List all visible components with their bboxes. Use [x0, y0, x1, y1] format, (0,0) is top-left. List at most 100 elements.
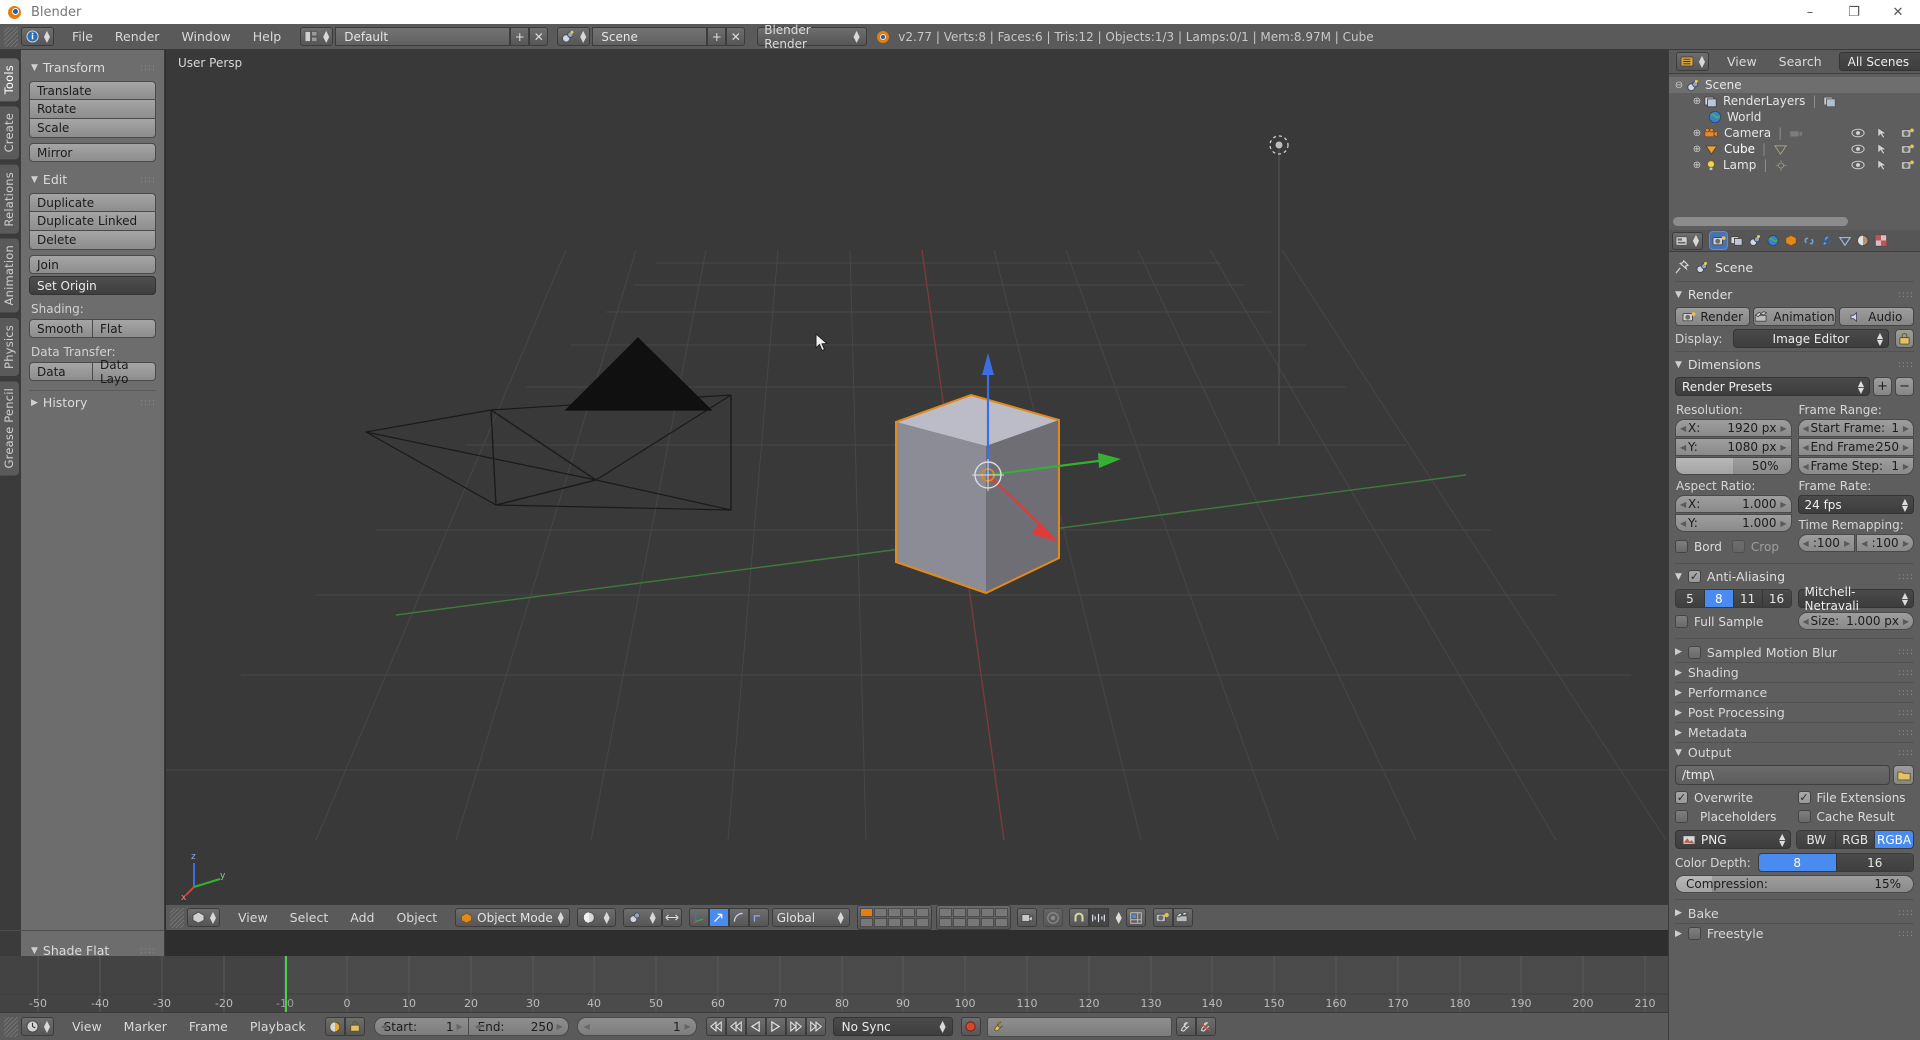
panel-header-transform[interactable]: ▼ Transform :::: — [31, 60, 156, 75]
cache-result-checkbox-row[interactable]: Cache Result — [1798, 807, 1915, 826]
border-checkbox-row[interactable]: Bord — [1675, 537, 1722, 556]
header-grip[interactable] — [4, 27, 18, 47]
tab-relations[interactable]: Relations — [0, 165, 19, 234]
render-button[interactable]: Render — [1675, 307, 1750, 326]
duplicate-linked-button[interactable]: Duplicate Linked — [29, 212, 156, 231]
opengl-render-image-button[interactable] — [1153, 908, 1173, 927]
tab-create[interactable]: Create — [0, 106, 19, 159]
next-keyframe-button[interactable] — [786, 1017, 806, 1036]
outliner-menu-search[interactable]: Search — [1768, 52, 1833, 71]
delete-screen-button[interactable]: ✕ — [529, 27, 548, 46]
viewport-shading-selector[interactable]: ▲▼ — [577, 908, 616, 927]
outliner-row-camera[interactable]: ⊕ Camera | — [1669, 125, 1920, 141]
timeline-menu-marker[interactable]: Marker — [113, 1017, 178, 1036]
overwrite-checkbox[interactable]: ✓ — [1675, 791, 1688, 804]
data-layout-transfer-button[interactable]: Data Layo — [93, 362, 156, 381]
screen-layout-icon-selector[interactable]: ▲▼ — [300, 27, 333, 46]
minimize-button[interactable]: – — [1788, 0, 1832, 24]
shade-smooth-button[interactable]: Smooth — [29, 319, 93, 338]
data-transfer-button[interactable]: Data — [29, 362, 93, 381]
panel-header-freestyle[interactable]: ▶ Freestyle :::: — [1675, 923, 1914, 943]
header-grip[interactable] — [170, 908, 184, 928]
start-frame-field[interactable]: ◀ Start: 1 ▶ — [374, 1017, 469, 1036]
timeline-menu-frame[interactable]: Frame — [178, 1017, 239, 1036]
proportional-editing-object-toggle[interactable] — [1043, 908, 1063, 927]
crop-checkbox[interactable] — [1732, 540, 1745, 553]
jump-to-start-button[interactable] — [706, 1017, 726, 1036]
layer-grid-first[interactable] — [857, 905, 932, 930]
properties-tab-texture[interactable] — [1872, 232, 1889, 249]
panel-header-anti-aliasing[interactable]: ▼ ✓ Anti-Aliasing :::: — [1675, 567, 1914, 586]
aspect-x-field[interactable]: ◀ X: 1.000 ▶ — [1675, 495, 1792, 513]
viewport-canvas[interactable] — [166, 50, 1668, 930]
scene-icon-selector[interactable]: ▲▼ — [557, 27, 590, 46]
color-depth-8[interactable]: 8 — [1759, 854, 1837, 871]
outliner-editor-type-selector[interactable]: ▲▼ — [1676, 52, 1709, 71]
time-remap-new-field[interactable]: ◀ :100 ▶ — [1856, 534, 1914, 552]
outliner-display-mode-selector[interactable]: All Scenes — [1839, 52, 1920, 71]
browse-output-path-button[interactable] — [1893, 765, 1914, 785]
aa-size-field[interactable]: ◀ Size: 1.000 px ▶ — [1798, 612, 1915, 630]
close-button[interactable]: ✕ — [1876, 0, 1920, 24]
properties-tab-render-layers[interactable] — [1728, 232, 1745, 249]
render-presets-selector[interactable]: Render Presets ▲▼ — [1675, 377, 1870, 396]
panel-header-post-processing[interactable]: ▶ Post Processing :::: — [1675, 702, 1914, 722]
eye-icon[interactable] — [1851, 160, 1865, 170]
opengl-render-animation-button[interactable] — [1173, 908, 1193, 927]
collapse-icon[interactable]: ⊖ — [1673, 80, 1685, 91]
tab-physics[interactable]: Physics — [0, 318, 19, 376]
compression-slider[interactable]: Compression: 15% — [1675, 875, 1914, 893]
manipulator-rotate-toggle[interactable] — [729, 908, 749, 927]
color-mode-rgba[interactable]: RGBA — [1875, 831, 1913, 848]
manipulator-toggle[interactable] — [689, 908, 709, 927]
cache-result-checkbox[interactable] — [1798, 810, 1811, 823]
join-button[interactable]: Join — [29, 255, 156, 274]
auto-keyframe-toggle[interactable] — [325, 1017, 345, 1036]
render-engine-selector[interactable]: Blender Render ▲▼ — [757, 27, 867, 46]
outliner-row-scene[interactable]: ⊖ Scene — [1669, 77, 1920, 93]
viewport-menu-add[interactable]: Add — [339, 908, 385, 927]
snap-target-selector[interactable] — [1126, 908, 1146, 927]
manipulator-translate-toggle[interactable] — [709, 908, 729, 927]
sync-mode-selector[interactable]: No Sync ▲▼ — [833, 1017, 953, 1036]
viewport-editor-type-selector[interactable]: ▲▼ — [187, 908, 220, 927]
properties-tab-world[interactable] — [1764, 232, 1781, 249]
resolution-x-field[interactable]: ◀ X: 1920 px ▶ — [1675, 419, 1792, 437]
expand-icon[interactable]: ⊕ — [1691, 96, 1703, 107]
header-grip[interactable] — [4, 1017, 18, 1037]
current-frame-field[interactable]: ◀ 1 ▶ — [577, 1017, 697, 1036]
pivot-align-toggle[interactable] — [662, 908, 682, 927]
properties-editor-type-selector[interactable]: ▲▼ — [1672, 232, 1703, 250]
time-remap-old-field[interactable]: ◀ :100 ▶ — [1798, 534, 1856, 552]
editor-type-selector[interactable]: ▲▼ — [21, 27, 54, 46]
aa-samples-8[interactable]: 8 — [1705, 590, 1734, 607]
snap-magnet-toggle[interactable] — [1069, 908, 1089, 927]
properties-tab-modifiers[interactable] — [1818, 232, 1835, 249]
screen-layout-field[interactable]: Default — [335, 27, 510, 46]
end-frame-field[interactable]: ◀ End Frame: 250 ▶ — [1798, 438, 1915, 456]
viewport-menu-object[interactable]: Object — [385, 908, 448, 927]
render-audio-button[interactable]: Audio — [1839, 307, 1914, 326]
outliner-row-renderlayers[interactable]: ⊕ RenderLayers | — [1669, 93, 1920, 109]
translate-button[interactable]: Translate — [29, 81, 156, 100]
panel-header-performance[interactable]: ▶ Performance :::: — [1675, 682, 1914, 702]
placeholders-checkbox[interactable] — [1675, 810, 1688, 823]
3d-viewport[interactable]: User Persp (1) Cube z y x ▲▼ — [166, 50, 1668, 930]
add-keyframe-button[interactable] — [1176, 1017, 1196, 1036]
cursor-arrow-icon[interactable] — [1877, 143, 1888, 155]
viewport-menu-view[interactable]: View — [227, 908, 279, 927]
lock-camera-to-view-button[interactable] — [1017, 908, 1037, 927]
keying-set-lock-button[interactable] — [345, 1017, 365, 1036]
color-mode-rgb[interactable]: RGB — [1836, 831, 1875, 848]
properties-tab-material[interactable] — [1854, 232, 1871, 249]
transform-orientation-selector[interactable]: Global ▲▼ — [772, 908, 850, 927]
record-button[interactable] — [961, 1017, 981, 1036]
file-format-selector[interactable]: PNG ▲▼ — [1675, 830, 1791, 849]
properties-tab-scene[interactable] — [1746, 232, 1763, 249]
aa-samples-5[interactable]: 5 — [1676, 590, 1705, 607]
anti-aliasing-checkbox[interactable]: ✓ — [1688, 570, 1701, 583]
border-checkbox[interactable] — [1675, 540, 1688, 553]
eye-icon[interactable] — [1851, 128, 1865, 138]
panel-header-metadata[interactable]: ▶ Metadata :::: — [1675, 722, 1914, 742]
expand-icon[interactable]: ⊕ — [1691, 160, 1703, 171]
